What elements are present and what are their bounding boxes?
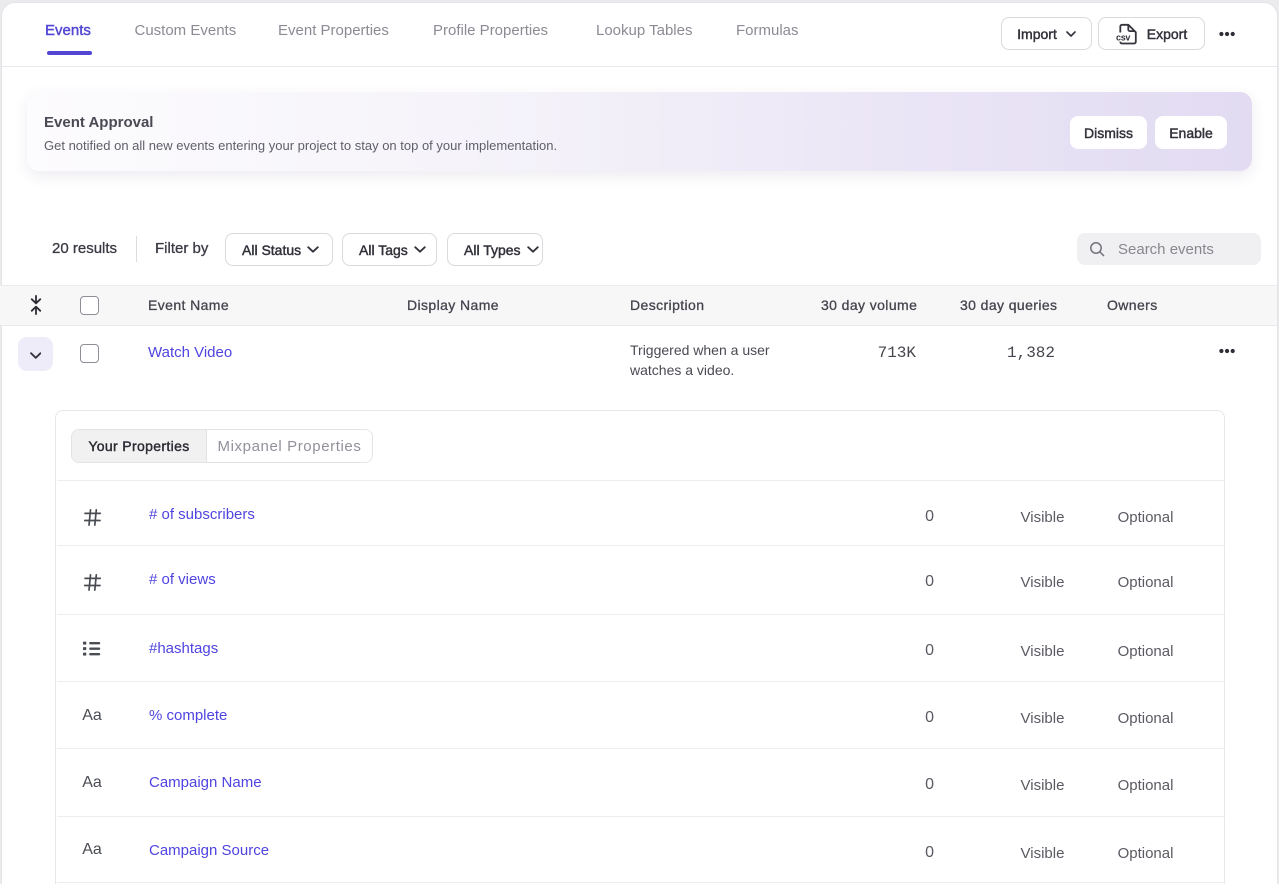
svg-text:csv: csv <box>1116 32 1130 42</box>
